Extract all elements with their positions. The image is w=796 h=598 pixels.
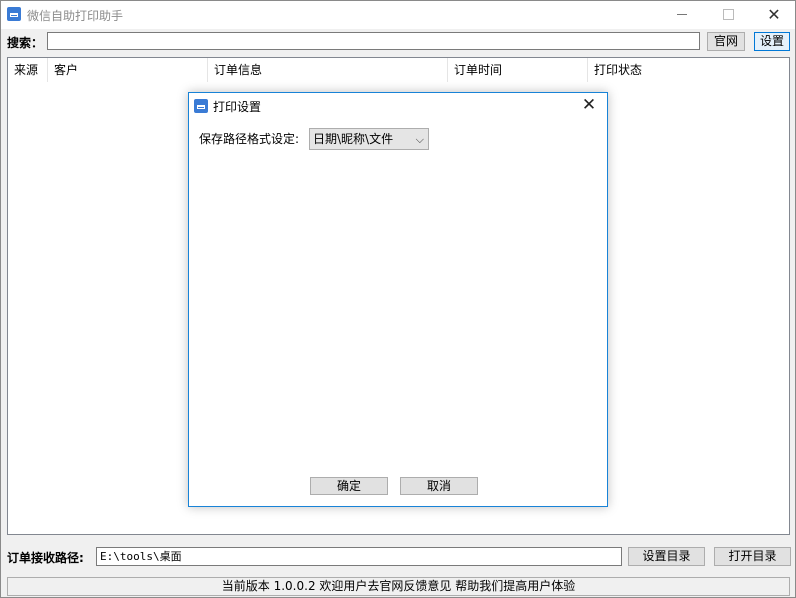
main-window: 微信自助打印助手 ✕ 搜索： 官网 设置 来源 客户 订单信息 订单时间 打印状… <box>0 0 796 598</box>
close-icon: ✕ <box>767 5 781 24</box>
minimize-button[interactable] <box>659 1 705 29</box>
column-header-source[interactable]: 来源 <box>8 58 48 82</box>
cancel-button[interactable]: 取消 <box>400 477 478 495</box>
receive-path-input[interactable]: E:\tools\桌面 <box>96 547 622 566</box>
search-label: 搜索： <box>7 36 44 50</box>
window-title: 微信自助打印助手 <box>27 9 124 23</box>
maximize-button[interactable] <box>705 1 751 29</box>
settings-button[interactable]: 设置 <box>754 32 790 51</box>
path-format-label: 保存路径格式设定: <box>199 132 300 146</box>
receive-path-label: 订单接收路径: <box>7 551 84 565</box>
dialog-title-bar: 打印设置 ✕ <box>189 93 607 117</box>
set-directory-button[interactable]: 设置目录 <box>628 547 705 566</box>
path-format-select[interactable]: 日期\昵称\文件 ⌵ <box>309 128 429 150</box>
chevron-down-icon: ⌵ <box>415 133 424 146</box>
search-input[interactable] <box>47 32 700 50</box>
maximize-icon <box>722 9 734 20</box>
open-directory-button[interactable]: 打开目录 <box>714 547 791 566</box>
close-icon: ✕ <box>581 95 597 115</box>
printer-icon <box>7 7 21 21</box>
minimize-icon <box>677 14 687 15</box>
column-header-print-status[interactable]: 打印状态 <box>588 58 789 82</box>
title-bar: 微信自助打印助手 ✕ <box>1 1 795 29</box>
printer-icon <box>194 99 208 113</box>
status-bar: 当前版本 1.0.0.2 欢迎用户去官网反馈意见 帮助我们提高用户体验 <box>7 577 790 596</box>
close-button[interactable]: ✕ <box>751 1 796 29</box>
column-header-customer[interactable]: 客户 <box>48 58 208 82</box>
list-header: 来源 客户 订单信息 订单时间 打印状态 <box>8 58 789 82</box>
website-button[interactable]: 官网 <box>707 32 745 51</box>
ok-button[interactable]: 确定 <box>310 477 388 495</box>
path-format-value: 日期\昵称\文件 <box>313 132 394 146</box>
dialog-title: 打印设置 <box>213 100 262 114</box>
column-header-order-info[interactable]: 订单信息 <box>208 58 448 82</box>
column-header-order-time[interactable]: 订单时间 <box>448 58 588 82</box>
print-settings-dialog: 打印设置 ✕ 保存路径格式设定: 日期\昵称\文件 ⌵ 确定 取消 <box>188 92 608 507</box>
dialog-close-button[interactable]: ✕ <box>577 94 601 116</box>
